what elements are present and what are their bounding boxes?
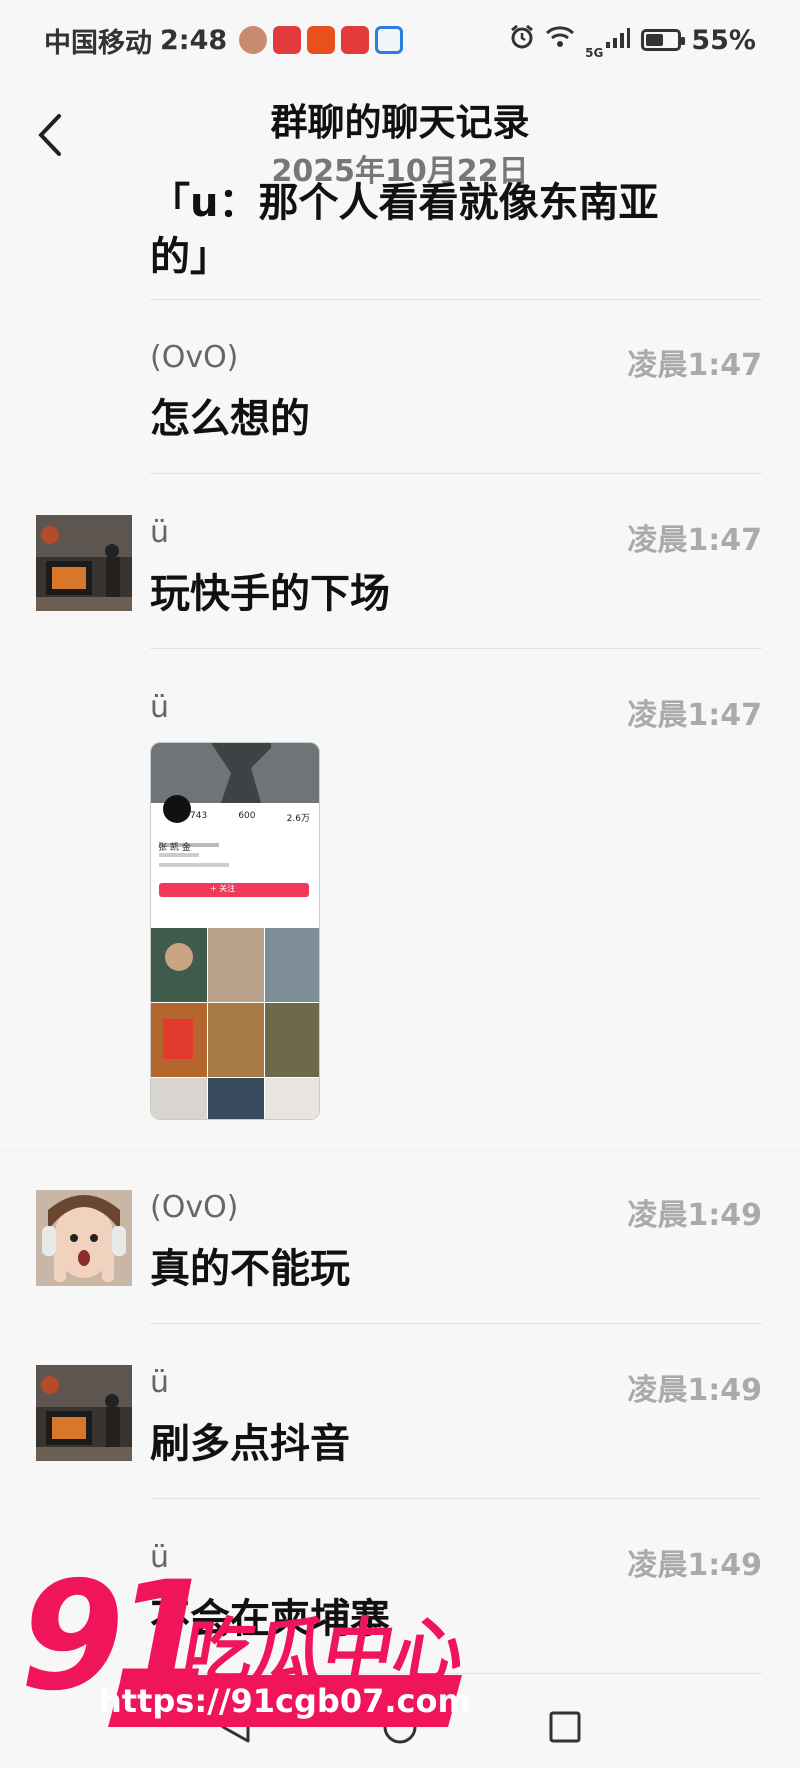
nav-recents-icon[interactable]: [548, 1710, 582, 1748]
message-time: 凌晨1:47: [627, 698, 762, 733]
message-text: 玩快手的下场: [150, 571, 390, 617]
stat-value: 743: [190, 811, 208, 821]
watermark-url: https://91cgb07.com: [99, 1675, 471, 1727]
network-type-label: 5G: [585, 46, 604, 60]
sender-name: ü: [150, 515, 170, 550]
divider: [150, 648, 762, 649]
app-notification-icon: [307, 26, 336, 54]
watermark-url-text: https://91cgb07.com: [99, 1682, 471, 1720]
alarm-icon: [509, 24, 535, 57]
divider: [150, 1498, 762, 1499]
stat-value: 600: [238, 811, 256, 821]
page-title: 群聊的聊天记录: [270, 101, 530, 144]
sender-name: (OvO): [150, 1190, 239, 1225]
watermark: 91 吃瓜中心 https://91cgb07.com: [20, 1550, 471, 1750]
sender-name: (OvO): [150, 340, 239, 375]
screenshot-stats: 743 600 2.6万: [190, 811, 310, 824]
sender-name: ü: [150, 1365, 170, 1400]
sender-name: ü: [150, 690, 170, 725]
app-notification-icon: [375, 26, 404, 54]
battery-percent: 55%: [691, 24, 756, 56]
avatar[interactable]: [36, 1190, 132, 1286]
chat-history-header: 群聊的聊天记录 2025年10月22日: [0, 80, 800, 190]
wifi-icon: [545, 25, 575, 56]
message-time: 凌晨1:47: [627, 523, 762, 558]
divider: [150, 473, 762, 474]
stat-value: 2.6万: [286, 814, 310, 824]
screenshot-name: 张 凯 金: [158, 843, 191, 853]
message-time: 凌晨1:49: [627, 1198, 762, 1233]
divider: [0, 1150, 800, 1151]
battery-icon: [641, 29, 686, 51]
message-text: 「u：那个人看看就像东南亚的」: [150, 180, 659, 280]
carrier-label: 中国移动: [44, 27, 152, 59]
message-time: 凌晨1:49: [627, 1373, 762, 1408]
clock: 2:48: [160, 24, 228, 56]
signal-icon: [605, 25, 631, 56]
avatar[interactable]: [36, 1365, 132, 1461]
message-time: 凌晨1:47: [627, 348, 762, 383]
screenshot-follow-button: + 关注: [210, 884, 236, 893]
message-text: 刷多点抖音: [150, 1421, 350, 1467]
app-notification-icon: [341, 26, 370, 54]
message-text: 真的不能玩: [150, 1246, 350, 1292]
divider: [150, 299, 762, 300]
message-text: 怎么想的: [150, 396, 310, 442]
avatar[interactable]: [36, 515, 132, 611]
message-time: 凌晨1:49: [627, 1548, 762, 1583]
divider: [150, 1323, 762, 1324]
image-attachment[interactable]: [150, 742, 320, 1120]
app-notification-icon: [239, 26, 268, 54]
app-notification-icon: [273, 26, 302, 54]
status-bar: 中国移动 2:48 5G 55%: [0, 0, 800, 80]
